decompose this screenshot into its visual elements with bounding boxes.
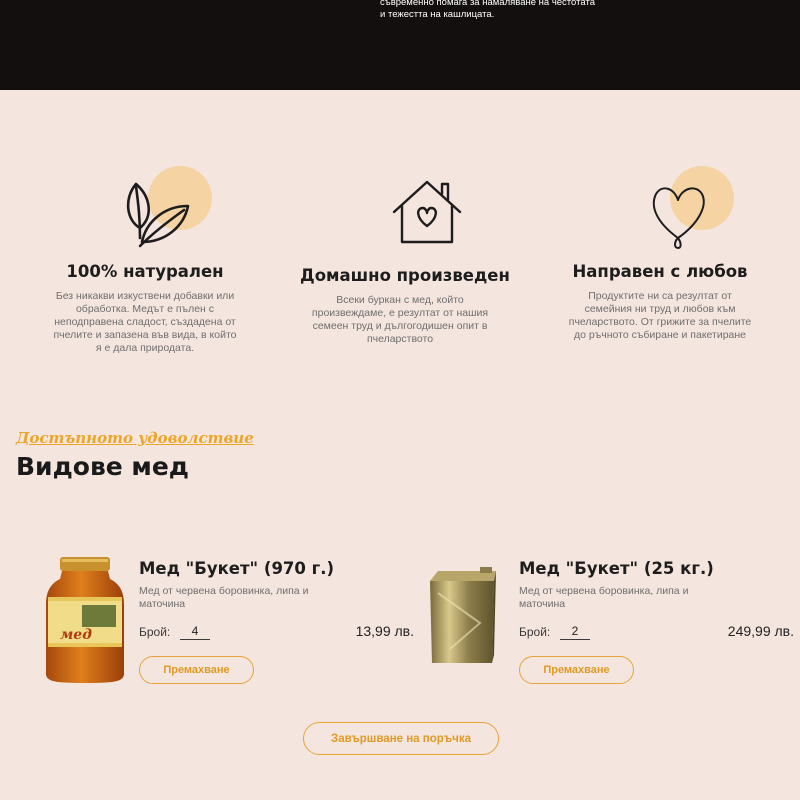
feature-text: Всеки буркан с мед, който произвеждаме, … [311,294,489,345]
product-title: Мед "Букет" (25 кг.) [519,559,714,578]
honey-jar-image: мед [40,553,130,688]
house-heart-icon [392,180,462,244]
jar-label-text: мед [60,627,92,643]
quantity-input[interactable] [560,623,590,640]
feature-title: 100% натурален [66,262,224,281]
product-price: 13,99 лв. [355,623,414,639]
feature-title: Направен с любов [572,262,748,281]
quantity-label: Брой: [139,625,171,639]
heart-icon [652,187,705,249]
product-title: Мед "Букет" (970 г.) [139,559,335,578]
cart-item: мед Мед "Букет" (970 г.) Мед от червена … [40,553,420,693]
hero-text: съвременно помага за намаляване на често… [380,0,595,20]
section-subheading: Достъпното удоволствие [16,429,254,447]
feature-title: Домашно произведен [300,266,510,285]
leaf-icon [126,182,190,248]
hero-banner: съвременно помага за намаляване на често… [0,0,800,90]
feature-love: Направен с любов Продуктите ни са резулт… [565,158,755,342]
product-description: Мед от червена боровинка, липа и маточин… [519,585,689,610]
checkout-button[interactable]: Завършване на поръчка [303,722,499,755]
section-heading: Видове мед [16,452,189,481]
feature-natural: 100% натурален Без никакви изкуствени до… [50,158,240,355]
remove-button[interactable]: Премахване [139,656,254,684]
cart-item: Мед "Букет" (25 кг.) Мед от червена боро… [420,553,800,693]
feature-text: Без никакви изкуствени добавки или обраб… [53,290,237,354]
quantity-input[interactable] [180,623,210,640]
quantity-label: Брой: [519,625,551,639]
product-price: 249,99 лв. [727,623,794,639]
feature-text: Продуктите ни са резултат от семейния ни… [568,290,752,341]
remove-button[interactable]: Премахване [519,656,634,684]
product-description: Мед от червена боровинка, липа и маточин… [139,585,309,610]
honey-tin-image [420,553,510,688]
feature-homemade: Домашно произведен Всеки буркан с мед, к… [300,158,510,346]
